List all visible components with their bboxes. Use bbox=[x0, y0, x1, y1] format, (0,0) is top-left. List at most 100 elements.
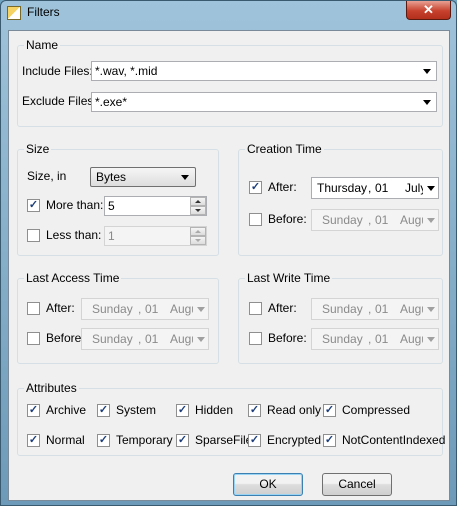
chevron-down-icon[interactable] bbox=[423, 100, 431, 105]
include-files-label: Include Files: bbox=[22, 64, 93, 78]
more-than-label: More than: bbox=[46, 198, 104, 212]
name-group-legend: Name bbox=[24, 38, 61, 52]
write-after-label: After: bbox=[268, 301, 297, 315]
increment-arrow-icon[interactable] bbox=[190, 197, 206, 206]
access-before-datepicker[interactable]: Sunday , 01 Augu bbox=[81, 328, 209, 350]
write-after-datepicker[interactable]: Sunday , 01 Augu bbox=[311, 298, 439, 320]
date-day-name: Sunday bbox=[92, 332, 133, 346]
attributes-group: Attributes ✓ Archive ✓ System ✓ Hidden ✓… bbox=[17, 381, 446, 456]
calendar-dropdown-icon[interactable] bbox=[423, 178, 438, 198]
date-day-number: 01 bbox=[145, 332, 159, 346]
write-before-label: Before: bbox=[268, 331, 307, 345]
write-before-checkbox[interactable] bbox=[249, 332, 262, 345]
not-content-indexed-checkbox[interactable]: ✓ bbox=[323, 434, 336, 447]
decrement-arrow-icon[interactable] bbox=[190, 236, 206, 245]
size-group: Size Size, in Bytes ✓ More than: 5 Less … bbox=[17, 142, 219, 256]
calendar-dropdown-icon[interactable] bbox=[193, 329, 208, 349]
size-units-value: Bytes bbox=[96, 170, 127, 184]
more-than-stepper[interactable]: 5 bbox=[104, 196, 207, 216]
calendar-dropdown-icon[interactable] bbox=[423, 329, 438, 349]
normal-checkbox[interactable]: ✓ bbox=[27, 434, 40, 447]
less-than-checkbox[interactable] bbox=[27, 229, 40, 242]
last-write-time-group: Last Write Time After: Sunday , 01 Augu … bbox=[238, 271, 443, 364]
calendar-dropdown-icon[interactable] bbox=[193, 299, 208, 319]
creation-after-datepicker[interactable]: Thursday , 01 July bbox=[311, 177, 439, 199]
include-files-value: *.wav, *.mid bbox=[95, 64, 158, 78]
date-day-name: Sunday bbox=[322, 213, 363, 227]
less-than-stepper[interactable]: 1 bbox=[104, 226, 207, 246]
encrypted-label: Encrypted bbox=[267, 433, 322, 447]
chevron-down-icon[interactable] bbox=[423, 69, 431, 74]
last-access-time-legend: Last Access Time bbox=[24, 271, 122, 285]
name-group: Name Include Files: *.wav, *.mid Exclude… bbox=[17, 38, 443, 127]
compressed-checkbox[interactable]: ✓ bbox=[323, 404, 336, 417]
date-day-name: Sunday bbox=[322, 302, 363, 316]
date-day-number: 01 bbox=[375, 302, 389, 316]
size-units-combo[interactable]: Bytes bbox=[90, 167, 196, 187]
creation-before-checkbox[interactable] bbox=[249, 213, 262, 226]
less-than-value: 1 bbox=[108, 229, 115, 243]
temporary-label: Temporary bbox=[116, 433, 173, 447]
write-after-checkbox[interactable] bbox=[249, 302, 262, 315]
system-checkbox[interactable]: ✓ bbox=[97, 404, 110, 417]
temporary-checkbox[interactable]: ✓ bbox=[97, 434, 110, 447]
read-only-checkbox[interactable]: ✓ bbox=[248, 404, 261, 417]
date-day-number: 01 bbox=[375, 213, 389, 227]
more-than-value: 5 bbox=[108, 199, 115, 213]
date-day-name: Sunday bbox=[92, 302, 133, 316]
write-before-datepicker[interactable]: Sunday , 01 Augu bbox=[311, 328, 439, 350]
not-content-indexed-label: NotContentIndexed bbox=[342, 433, 446, 447]
ok-button[interactable]: OK bbox=[233, 473, 303, 496]
system-label: System bbox=[116, 403, 157, 417]
compressed-label: Compressed bbox=[342, 403, 411, 417]
calendar-dropdown-icon[interactable] bbox=[423, 299, 438, 319]
more-than-checkbox[interactable]: ✓ bbox=[27, 199, 40, 212]
date-separator: , bbox=[138, 302, 142, 316]
date-separator: , bbox=[368, 213, 372, 227]
read-only-label: Read only bbox=[267, 403, 322, 417]
last-write-time-legend: Last Write Time bbox=[245, 271, 333, 285]
title-bar[interactable]: Filters ✕ bbox=[1, 1, 456, 25]
encrypted-checkbox[interactable]: ✓ bbox=[248, 434, 261, 447]
date-day-name: Sunday bbox=[322, 332, 363, 346]
include-files-combo[interactable]: *.wav, *.mid bbox=[91, 61, 437, 81]
access-before-checkbox[interactable] bbox=[27, 332, 40, 345]
hidden-label: Hidden bbox=[195, 403, 234, 417]
hidden-checkbox[interactable]: ✓ bbox=[176, 404, 189, 417]
filters-window: Filters ✕ Name Include Files: *.wav, *.m… bbox=[0, 0, 457, 506]
archive-label: Archive bbox=[46, 403, 87, 417]
close-button[interactable]: ✕ bbox=[406, 1, 451, 20]
sparse-file-label: SparseFile bbox=[195, 433, 253, 447]
creation-after-label: After: bbox=[268, 180, 297, 194]
decrement-arrow-icon[interactable] bbox=[190, 206, 206, 215]
increment-arrow-icon[interactable] bbox=[190, 227, 206, 236]
last-access-time-group: Last Access Time After: Sunday , 01 Augu… bbox=[17, 271, 219, 364]
creation-time-legend: Creation Time bbox=[245, 142, 324, 156]
size-group-legend: Size bbox=[24, 142, 52, 156]
sparse-file-checkbox[interactable]: ✓ bbox=[176, 434, 189, 447]
creation-before-label: Before: bbox=[268, 212, 307, 226]
archive-checkbox[interactable]: ✓ bbox=[27, 404, 40, 417]
app-icon bbox=[7, 6, 21, 20]
date-separator: , bbox=[368, 332, 372, 346]
access-after-label: After: bbox=[46, 301, 75, 315]
chevron-down-icon[interactable] bbox=[181, 175, 189, 180]
date-day-number: 01 bbox=[145, 302, 159, 316]
access-before-label: Before: bbox=[46, 331, 85, 345]
creation-after-checkbox[interactable]: ✓ bbox=[249, 181, 262, 194]
creation-before-datepicker[interactable]: Sunday , 01 Augu bbox=[311, 209, 439, 231]
cancel-button[interactable]: Cancel bbox=[322, 473, 392, 496]
exclude-files-value: *.exe* bbox=[95, 95, 128, 109]
creation-time-group: Creation Time ✓ After: Thursday , 01 Jul… bbox=[238, 142, 443, 256]
date-separator: , bbox=[368, 302, 372, 316]
date-day-number: 01 bbox=[375, 332, 389, 346]
access-after-datepicker[interactable]: Sunday , 01 Augu bbox=[81, 298, 209, 320]
access-after-checkbox[interactable] bbox=[27, 302, 40, 315]
size-in-label: Size, in bbox=[27, 169, 67, 183]
normal-label: Normal bbox=[46, 433, 85, 447]
exclude-files-combo[interactable]: *.exe* bbox=[91, 92, 437, 112]
dialog-client-area: Name Include Files: *.wav, *.mid Exclude… bbox=[8, 30, 450, 501]
exclude-files-label: Exclude Files: bbox=[22, 94, 97, 108]
calendar-dropdown-icon[interactable] bbox=[423, 210, 438, 230]
attributes-legend: Attributes bbox=[24, 381, 79, 395]
